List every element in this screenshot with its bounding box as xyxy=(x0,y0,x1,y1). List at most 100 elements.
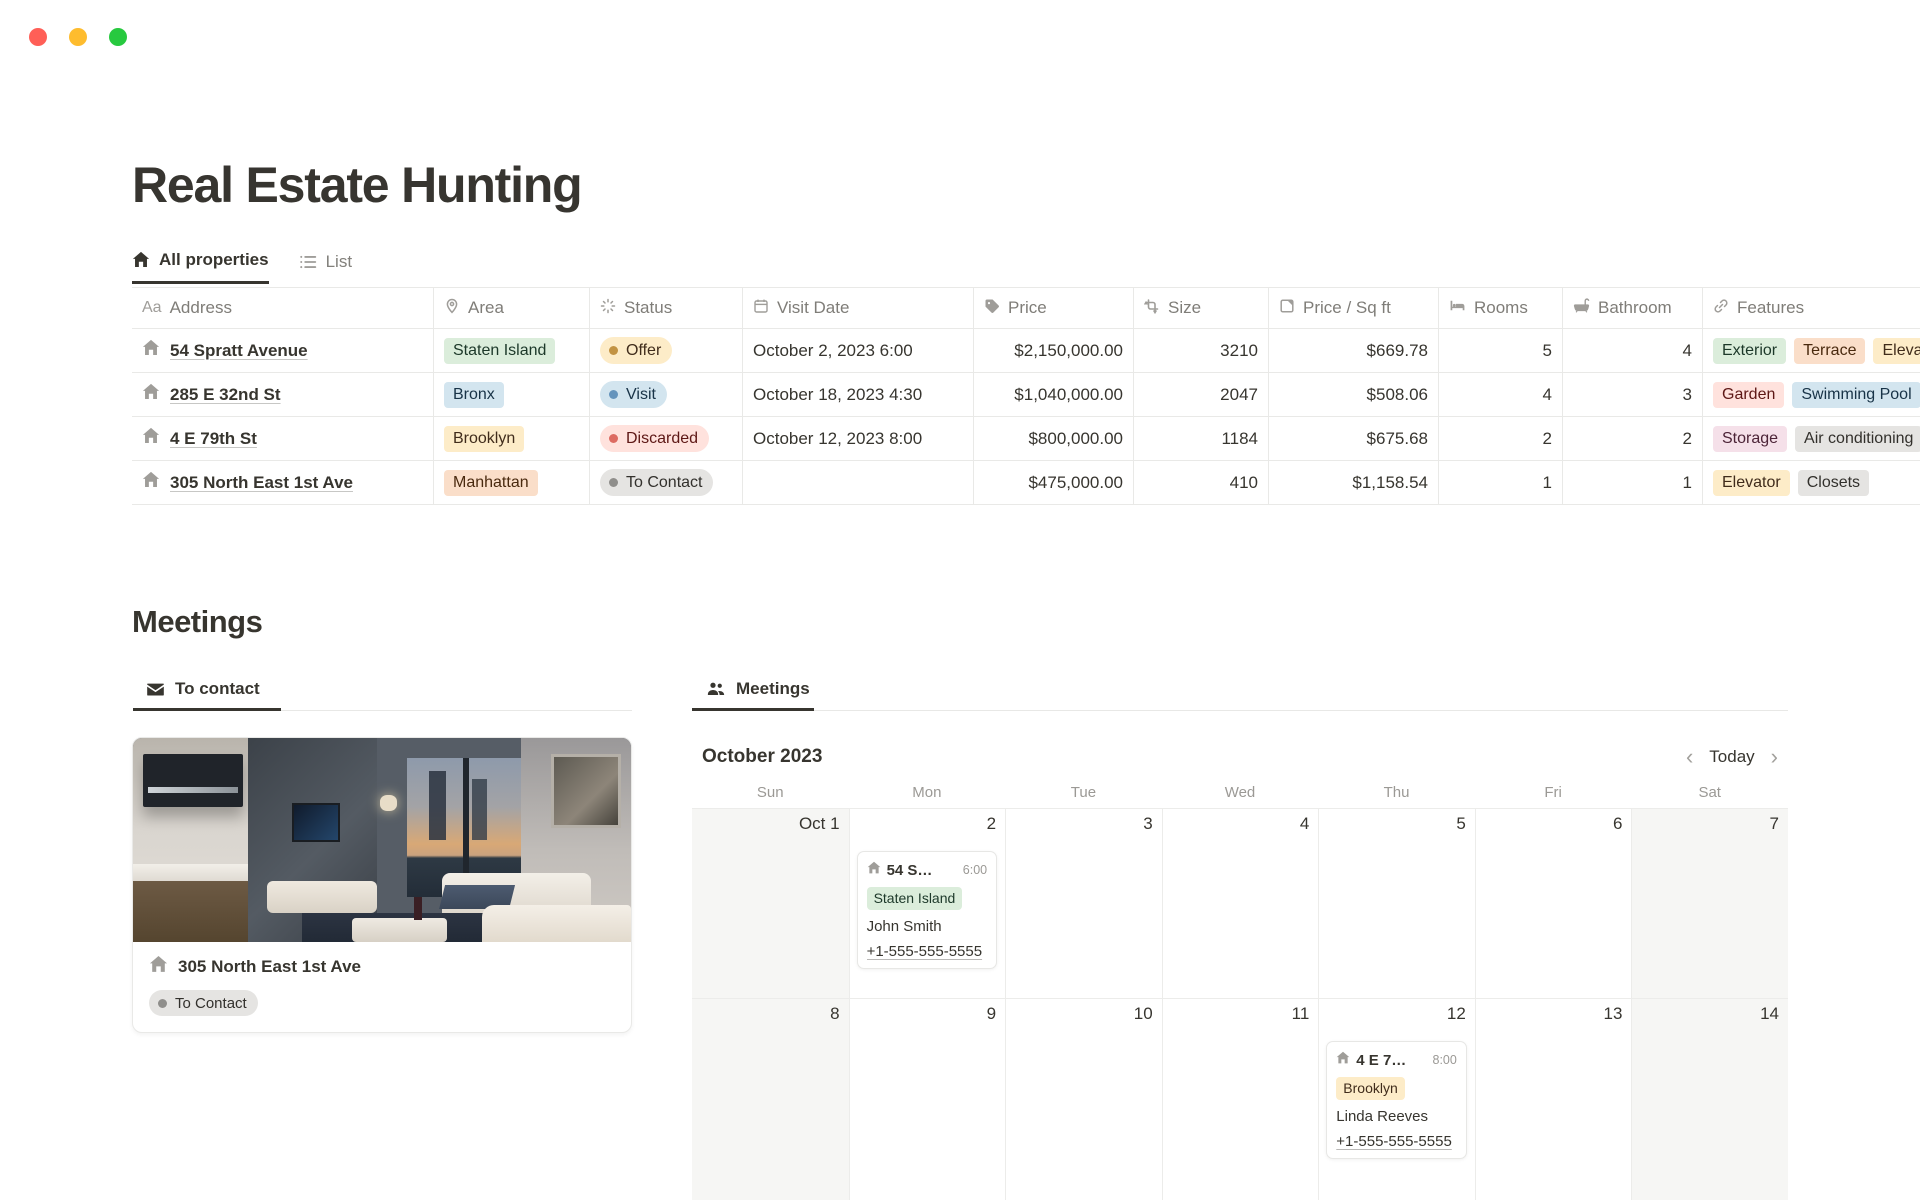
area-tag: Bronx xyxy=(444,382,504,408)
price-cell[interactable]: $475,000.00 xyxy=(973,461,1133,504)
bathroom-cell[interactable]: 2 xyxy=(1562,417,1702,460)
calendar-prev-button[interactable]: ‹ xyxy=(1684,746,1695,768)
calendar-day-cell[interactable]: 6 xyxy=(1475,808,1632,998)
envelope-icon xyxy=(146,680,165,699)
status-cell[interactable]: To Contact xyxy=(589,461,742,504)
zoom-window-button[interactable] xyxy=(109,28,127,46)
features-cell[interactable]: Garden Swimming Pool xyxy=(1702,373,1920,416)
features-cell[interactable]: Elevator Closets xyxy=(1702,461,1920,504)
column-header-price[interactable]: Price xyxy=(973,288,1133,328)
column-header-rooms[interactable]: Rooms xyxy=(1438,288,1562,328)
calendar-day-cell[interactable]: 5 xyxy=(1318,808,1475,998)
status-tag: Visit xyxy=(600,381,667,408)
rooms-cell[interactable]: 5 xyxy=(1438,329,1562,372)
address-cell[interactable]: 305 North East 1st Ave xyxy=(132,461,433,504)
address-cell[interactable]: 285 E 32nd St xyxy=(132,373,433,416)
calendar-today-button[interactable]: Today xyxy=(1709,747,1754,767)
column-header-features[interactable]: Features xyxy=(1702,288,1920,328)
status-cell[interactable]: Discarded xyxy=(589,417,742,460)
area-cell[interactable]: Brooklyn xyxy=(433,417,589,460)
house-icon xyxy=(867,860,881,880)
calendar-event-54-spratt[interactable]: 54 S… 6:00 Staten Island John Smith +1-5… xyxy=(857,851,998,969)
tab-all-properties[interactable]: All properties xyxy=(132,250,269,284)
calendar-day-cell[interactable]: 14 xyxy=(1631,998,1788,1200)
calendar-day-cell[interactable]: 8 xyxy=(692,998,849,1200)
column-header-size[interactable]: Size xyxy=(1133,288,1268,328)
features-cell[interactable]: Exterior Terrace Elevator xyxy=(1702,329,1920,372)
address-cell[interactable]: 4 E 79th St xyxy=(132,417,433,460)
address-link[interactable]: 4 E 79th St xyxy=(170,429,257,449)
rooms-cell[interactable]: 4 xyxy=(1438,373,1562,416)
calendar-day-cell[interactable]: 12 4 E 7… 8:00 Brooklyn Linda Reeves +1-… xyxy=(1318,998,1475,1200)
address-link[interactable]: 305 North East 1st Ave xyxy=(170,473,353,493)
calendar-day-cell[interactable]: 2 54 S… 6:00 Staten Island John Smith +1… xyxy=(849,808,1006,998)
address-link[interactable]: 285 E 32nd St xyxy=(170,385,281,405)
calendar-day-cell[interactable]: 11 xyxy=(1162,998,1319,1200)
calendar-day-cell[interactable]: 10 xyxy=(1005,998,1162,1200)
bathroom-cell[interactable]: 1 xyxy=(1562,461,1702,504)
tab-meetings-calendar[interactable]: Meetings xyxy=(706,679,810,699)
tab-to-contact[interactable]: To contact xyxy=(146,679,260,699)
price-sqft-cell[interactable]: $675.68 xyxy=(1268,417,1438,460)
formula-icon xyxy=(1279,298,1295,319)
calendar-day-cell[interactable]: Oct 1 xyxy=(692,808,849,998)
column-header-status[interactable]: Status xyxy=(589,288,742,328)
feature-tag: Elevator xyxy=(1873,338,1920,364)
price-cell[interactable]: $2,150,000.00 xyxy=(973,329,1133,372)
area-cell[interactable]: Bronx xyxy=(433,373,589,416)
tab-list[interactable]: List xyxy=(299,250,352,284)
column-header-address[interactable]: Aa Address xyxy=(132,288,433,328)
visit-date-cell[interactable]: October 2, 2023 6:00 xyxy=(742,329,973,372)
bathroom-cell[interactable]: 3 xyxy=(1562,373,1702,416)
visit-date-cell[interactable] xyxy=(742,461,973,504)
size-cell[interactable]: 1184 xyxy=(1133,417,1268,460)
price-sqft-cell[interactable]: $508.06 xyxy=(1268,373,1438,416)
gallery-card-body: 305 North East 1st Ave To Contact xyxy=(133,942,631,1029)
calendar-day-cell[interactable]: 3 xyxy=(1005,808,1162,998)
rooms-cell[interactable]: 1 xyxy=(1438,461,1562,504)
features-cell[interactable]: Storage Air conditioning xyxy=(1702,417,1920,460)
page-title: Real Estate Hunting xyxy=(132,156,582,214)
column-header-price-sqft[interactable]: Price / Sq ft xyxy=(1268,288,1438,328)
event-phone-link[interactable]: +1-555-555-5555 xyxy=(1336,1133,1457,1150)
size-cell[interactable]: 2047 xyxy=(1133,373,1268,416)
close-window-button[interactable] xyxy=(29,28,47,46)
feature-tag: Exterior xyxy=(1713,338,1786,364)
area-cell[interactable]: Staten Island xyxy=(433,329,589,372)
calendar-event-4-e-79th[interactable]: 4 E 7… 8:00 Brooklyn Linda Reeves +1-555… xyxy=(1326,1041,1467,1159)
event-phone-link[interactable]: +1-555-555-5555 xyxy=(867,943,988,960)
size-cell[interactable]: 3210 xyxy=(1133,329,1268,372)
status-cell[interactable]: Visit xyxy=(589,373,742,416)
calendar-day-cell[interactable]: 7 xyxy=(1631,808,1788,998)
price-tag-icon xyxy=(984,298,1000,319)
calendar-day-cell[interactable]: 9 xyxy=(849,998,1006,1200)
column-header-bathroom[interactable]: Bathroom xyxy=(1562,288,1702,328)
area-cell[interactable]: Manhattan xyxy=(433,461,589,504)
calendar-day-cell[interactable]: 4 xyxy=(1162,808,1319,998)
price-sqft-cell[interactable]: $1,158.54 xyxy=(1268,461,1438,504)
price-cell[interactable]: $1,040,000.00 xyxy=(973,373,1133,416)
column-header-area[interactable]: Area xyxy=(433,288,589,328)
price-sqft-cell[interactable]: $669.78 xyxy=(1268,329,1438,372)
price-cell[interactable]: $800,000.00 xyxy=(973,417,1133,460)
photo-art-frame xyxy=(551,754,621,827)
meetings-section-title: Meetings xyxy=(132,604,262,640)
status-tag: To Contact xyxy=(149,990,258,1016)
address-link[interactable]: 54 Spratt Avenue xyxy=(170,341,308,361)
size-cell[interactable]: 410 xyxy=(1133,461,1268,504)
bed-icon xyxy=(1449,297,1466,319)
calendar-icon xyxy=(753,298,769,319)
calendar-day-cell[interactable]: 13 xyxy=(1475,998,1632,1200)
minimize-window-button[interactable] xyxy=(69,28,87,46)
house-icon xyxy=(142,383,160,406)
calendar-next-button[interactable]: › xyxy=(1769,746,1780,768)
status-cell[interactable]: Offer xyxy=(589,329,742,372)
visit-date-cell[interactable]: October 18, 2023 4:30 xyxy=(742,373,973,416)
bathroom-cell[interactable]: 4 xyxy=(1562,329,1702,372)
column-header-visit-date[interactable]: Visit Date xyxy=(742,288,973,328)
gallery-card-305-north-east[interactable]: 305 North East 1st Ave To Contact xyxy=(132,737,632,1033)
rooms-cell[interactable]: 2 xyxy=(1438,417,1562,460)
photo-tv xyxy=(292,803,339,842)
address-cell[interactable]: 54 Spratt Avenue xyxy=(132,329,433,372)
visit-date-cell[interactable]: October 12, 2023 8:00 xyxy=(742,417,973,460)
